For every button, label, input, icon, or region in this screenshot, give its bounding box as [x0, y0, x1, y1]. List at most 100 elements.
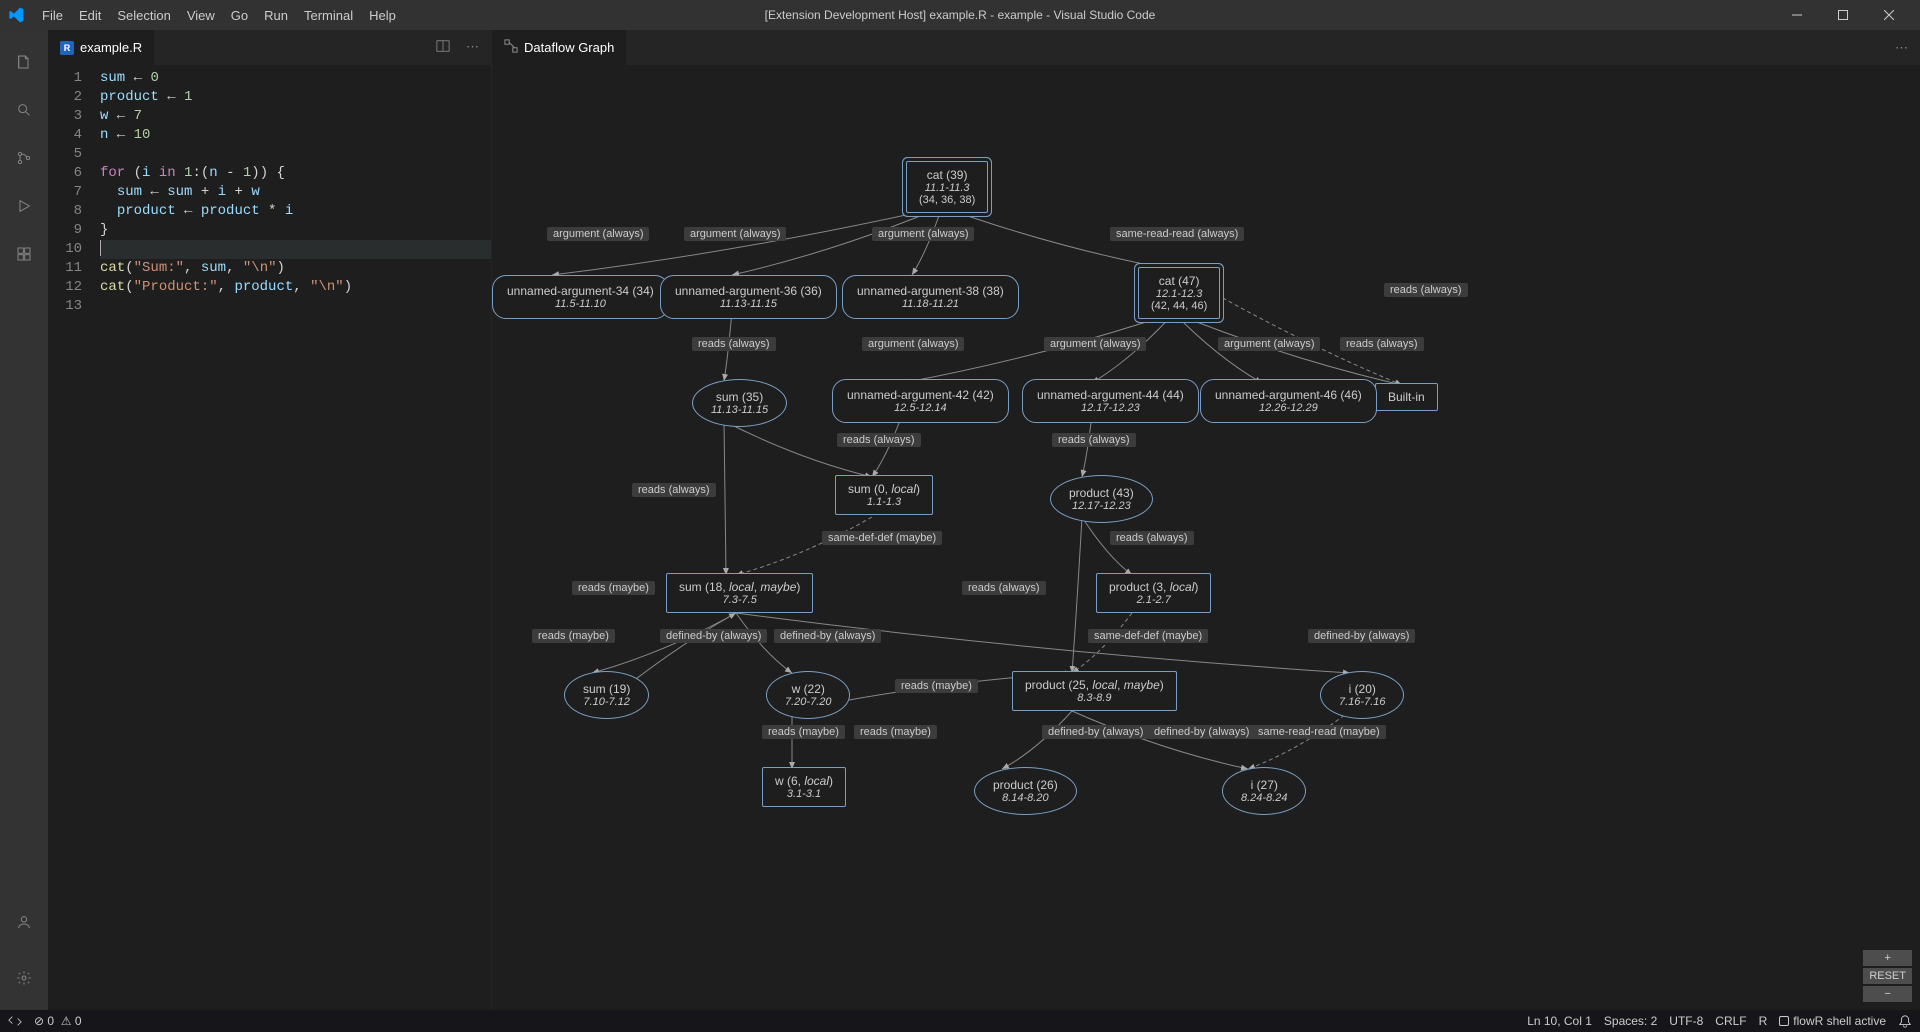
line-number: 8 [48, 202, 82, 221]
edge-label: defined-by (always) [1308, 629, 1415, 643]
split-editor-icon[interactable] [432, 35, 454, 60]
edge-label: same-def-def (maybe) [822, 531, 942, 545]
edge-label: argument (always) [547, 227, 649, 241]
line-number: 3 [48, 107, 82, 126]
edge-label: reads (always) [1052, 433, 1136, 447]
accounts-icon[interactable] [0, 898, 48, 946]
tab-example-r[interactable]: R example.R [48, 30, 154, 65]
status-item[interactable]: R [1759, 1014, 1768, 1028]
code-line-2[interactable]: product ← 1 [100, 88, 491, 107]
code-line-11[interactable]: cat("Sum:", sum, "\n") [100, 259, 491, 278]
minimize-button[interactable] [1774, 0, 1820, 30]
more-actions-icon[interactable]: ⋯ [1891, 36, 1912, 60]
line-number: 12 [48, 278, 82, 297]
edge-label: argument (always) [684, 227, 786, 241]
status-item[interactable]: flowR shell active [1779, 1014, 1886, 1028]
edge-label: reads (always) [632, 483, 716, 497]
edge-label: defined-by (always) [774, 629, 881, 643]
menu-selection[interactable]: Selection [109, 4, 178, 27]
run-debug-icon[interactable] [0, 182, 48, 230]
zoom-in-button[interactable]: + [1863, 950, 1912, 966]
reset-button[interactable]: RESET [1863, 968, 1912, 984]
graph-node[interactable]: unnamed-argument-46 (46)12.26-12.29 [1200, 379, 1377, 423]
code-line-9[interactable]: } [100, 221, 491, 240]
graph-node[interactable]: unnamed-argument-38 (38)11.18-11.21 [842, 275, 1019, 319]
edge-label: argument (always) [1218, 337, 1320, 351]
status-item[interactable]: Ln 10, Col 1 [1527, 1014, 1592, 1028]
graph-node[interactable]: cat (39)11.1-11.3(34, 36, 38) [906, 161, 988, 213]
menu-view[interactable]: View [179, 4, 223, 27]
edge-label: reads (maybe) [572, 581, 655, 595]
code-line-5[interactable] [100, 145, 491, 164]
graph-node[interactable]: product (43)12.17-12.23 [1050, 475, 1153, 523]
code-line-12[interactable]: cat("Product:", product, "\n") [100, 278, 491, 297]
graph-node[interactable]: sum (35)11.13-11.15 [692, 379, 787, 427]
line-number: 7 [48, 183, 82, 202]
graph-node[interactable]: i (20)7.16-7.16 [1320, 671, 1404, 719]
status-item[interactable]: ⊘ 0 ⚠ 0 [34, 1014, 82, 1028]
graph-node[interactable]: sum (19)7.10-7.12 [564, 671, 649, 719]
graph-node[interactable]: product (25, local, maybe)8.3-8.9 [1012, 671, 1177, 711]
vscode-logo [8, 7, 24, 23]
line-number: 1 [48, 69, 82, 88]
graph-node[interactable]: unnamed-argument-42 (42)12.5-12.14 [832, 379, 1009, 423]
status-item[interactable] [8, 1014, 22, 1028]
code-line-13[interactable] [100, 297, 491, 316]
line-number: 4 [48, 126, 82, 145]
graph-node[interactable]: Built-in [1375, 383, 1438, 411]
menu-go[interactable]: Go [223, 4, 256, 27]
graph-node[interactable]: unnamed-argument-36 (36)11.13-11.15 [660, 275, 837, 319]
edge-label: argument (always) [1044, 337, 1146, 351]
code-line-1[interactable]: sum ← 0 [100, 69, 491, 88]
maximize-button[interactable] [1820, 0, 1866, 30]
edge-label: argument (always) [872, 227, 974, 241]
code-line-10[interactable] [100, 240, 491, 259]
more-actions-icon[interactable]: ⋯ [462, 35, 483, 60]
graph-node[interactable]: sum (0, local)1.1-1.3 [835, 475, 933, 515]
graph-node[interactable]: unnamed-argument-44 (44)12.17-12.23 [1022, 379, 1199, 423]
edge-label: reads (always) [1340, 337, 1424, 351]
settings-icon[interactable] [0, 954, 48, 1002]
menu-terminal[interactable]: Terminal [296, 4, 361, 27]
graph-node[interactable]: w (6, local)3.1-3.1 [762, 767, 846, 807]
source-control-icon[interactable] [0, 134, 48, 182]
edge-label: same-read-read (always) [1110, 227, 1244, 241]
edge-label: reads (always) [837, 433, 921, 447]
edge-label: defined-by (always) [1148, 725, 1255, 739]
status-item[interactable]: Spaces: 2 [1604, 1014, 1657, 1028]
close-button[interactable] [1866, 0, 1912, 30]
window-title: [Extension Development Host] example.R -… [765, 8, 1156, 22]
code-line-3[interactable]: w ← 7 [100, 107, 491, 126]
edge-label: same-read-read (maybe) [1252, 725, 1386, 739]
menu-bar: FileEditSelectionViewGoRunTerminalHelp [34, 4, 404, 27]
status-item[interactable] [1898, 1014, 1912, 1028]
menu-edit[interactable]: Edit [71, 4, 109, 27]
r-file-icon: R [60, 41, 74, 55]
search-icon[interactable] [0, 86, 48, 134]
graph-node[interactable]: cat (47)12.1-12.3(42, 44, 46) [1138, 267, 1220, 319]
code-line-8[interactable]: product ← product * i [100, 202, 491, 221]
graph-node[interactable]: product (3, local)2.1-2.7 [1096, 573, 1211, 613]
line-number: 10 [48, 240, 82, 259]
explorer-icon[interactable] [0, 38, 48, 86]
graph-node[interactable]: w (22)7.20-7.20 [766, 671, 850, 719]
edge-label: reads (always) [962, 581, 1046, 595]
tab-label: example.R [80, 40, 142, 55]
graph-node[interactable]: unnamed-argument-34 (34)11.5-11.10 [492, 275, 669, 319]
menu-help[interactable]: Help [361, 4, 404, 27]
menu-run[interactable]: Run [256, 4, 296, 27]
extensions-icon[interactable] [0, 230, 48, 278]
code-line-4[interactable]: n ← 10 [100, 126, 491, 145]
status-item[interactable]: UTF-8 [1669, 1014, 1703, 1028]
edge-label: argument (always) [862, 337, 964, 351]
tab-dataflow-graph[interactable]: Dataflow Graph [492, 30, 626, 65]
menu-file[interactable]: File [34, 4, 71, 27]
code-line-6[interactable]: for (i in 1:(n - 1)) { [100, 164, 491, 183]
graph-node[interactable]: sum (18, local, maybe)7.3-7.5 [666, 573, 813, 613]
graph-node[interactable]: i (27)8.24-8.24 [1222, 767, 1306, 815]
status-item[interactable]: CRLF [1715, 1014, 1746, 1028]
code-line-7[interactable]: sum ← sum + i + w [100, 183, 491, 202]
zoom-out-button[interactable]: − [1863, 986, 1912, 1002]
graph-node[interactable]: product (26)8.14-8.20 [974, 767, 1077, 815]
line-number: 9 [48, 221, 82, 240]
